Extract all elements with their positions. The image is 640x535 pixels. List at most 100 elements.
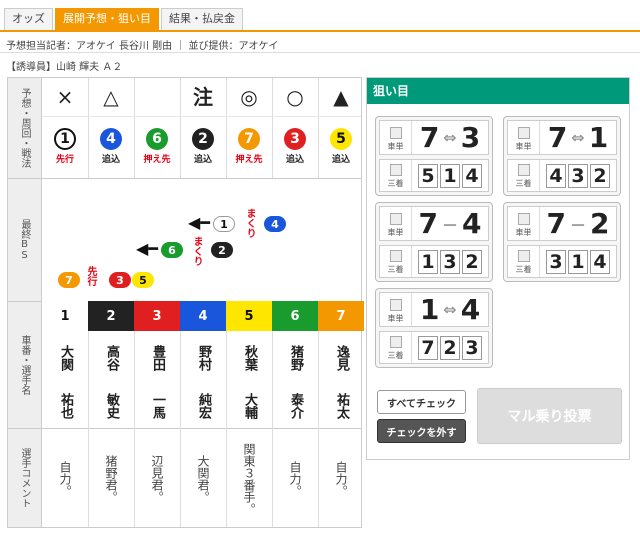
rider-comment: 自力。	[58, 461, 72, 497]
bs-pill: 6	[161, 242, 183, 258]
exacta-checkbox[interactable]: 車単	[508, 121, 540, 154]
ticket-second: 1	[588, 121, 609, 154]
target-panel: 狙い目 車単 7 ⇔ 3 三着 5 1 4 車単 7 ⇔ 1 三着 4 3 2 車単 7 － 4 三着 1 3 2 車単 7 － 2 三…	[366, 77, 630, 460]
ticket-first: 7	[419, 121, 440, 154]
rider-number-circle: 2	[192, 128, 214, 150]
ticket-card: 車単 1 ⇔ 4 三着 7 2 3	[375, 288, 493, 368]
rider-given-name: 祐也	[58, 393, 73, 419]
mark-triangle-open: △	[103, 85, 119, 109]
tactic-label: 追込	[285, 155, 304, 165]
checkbox-icon[interactable]	[517, 250, 530, 262]
bs-pill: 5	[132, 272, 154, 288]
mark-cell: ◎	[226, 86, 272, 108]
rider-number-circle: 5	[330, 128, 352, 150]
ticket-operator-icon: ⇔	[443, 300, 457, 319]
third-place-digit: 3	[546, 249, 566, 274]
bs-pill: 4	[264, 216, 286, 232]
tab-odds[interactable]: オッズ	[4, 8, 53, 30]
check-all-button[interactable]: すべてチェック	[377, 390, 466, 414]
uncheck-button[interactable]: チェックを外す	[377, 419, 466, 443]
trifecta-label: 三着	[387, 179, 404, 188]
rider-surname: 高谷	[104, 345, 119, 371]
lineup-cell: 4 追込	[88, 128, 134, 165]
rider-comment: 自力。	[288, 461, 302, 497]
checkbox-icon[interactable]	[389, 299, 402, 311]
tactic-label: 先行	[55, 155, 74, 165]
mark-cell: ×	[42, 86, 88, 108]
rider-given-name: 敏史	[104, 393, 119, 419]
bs-pill: 3	[109, 272, 131, 288]
trifecta-label: 三着	[387, 351, 404, 360]
checkbox-icon[interactable]	[389, 213, 402, 225]
ticket-operator-icon: －	[569, 215, 586, 235]
mark-cell: ▲	[318, 86, 364, 108]
tactic-label: 追込	[331, 155, 350, 165]
bs-pill: 2	[211, 242, 233, 258]
rider-number-circle: 6	[146, 128, 168, 150]
tab-results[interactable]: 結果・払戻金	[161, 8, 243, 30]
checkbox-icon[interactable]	[517, 127, 530, 139]
rider-comment: 関東３番手。	[242, 443, 256, 515]
ticket-second: 3	[460, 121, 481, 154]
checkbox-icon[interactable]	[389, 127, 402, 139]
trifecta-checkbox[interactable]: 三着	[380, 160, 412, 191]
exacta-checkbox[interactable]: 車単	[380, 293, 412, 326]
header-prediction: 予想・周回・戦法	[8, 78, 42, 178]
exacta-checkbox[interactable]: 車単	[380, 121, 412, 154]
tactic-label: 押え先	[143, 155, 171, 165]
ticket-first: 7	[547, 121, 568, 154]
bs-pill: 7	[58, 272, 80, 288]
rider-number-circle: 1	[54, 128, 76, 150]
lineup-cell: 7 押え先	[226, 128, 272, 165]
exacta-label: 車単	[515, 142, 532, 151]
ticket-operator-icon: ⇔	[571, 128, 585, 147]
checkbox-icon[interactable]	[517, 164, 530, 176]
ticket-second: 2	[590, 207, 610, 240]
mark-cell: 注	[180, 86, 226, 108]
arrow-left-icon: ◀━	[188, 213, 210, 232]
rider-comment: 辺見君。	[150, 455, 164, 503]
rider-surname: 野村	[196, 345, 211, 371]
trifecta-checkbox[interactable]: 三着	[380, 246, 412, 277]
bs-note: 先行	[85, 266, 96, 286]
ticket-second: 4	[462, 207, 482, 240]
tab-prediction[interactable]: 展開予想・狙い目	[55, 8, 159, 30]
vote-button[interactable]: マル乗り投票	[477, 388, 622, 444]
third-place-digit: 4	[546, 163, 566, 188]
rider-number: 2	[88, 301, 134, 331]
bs-note: まくり	[191, 236, 202, 266]
exacta-checkbox[interactable]: 車単	[508, 207, 540, 240]
third-place-digit: 2	[462, 249, 482, 274]
rider-number-circle: 7	[238, 128, 260, 150]
checkbox-icon[interactable]	[389, 250, 402, 262]
ticket-first: 7	[418, 207, 438, 240]
trifecta-checkbox[interactable]: 三着	[508, 160, 540, 191]
mark-cell: ○	[272, 86, 318, 108]
reporter-info: 予想担当記者：アオケイ 長谷川 剛由 ｜ 並び提供：アオケイ	[6, 41, 279, 52]
header-rider-name: 車番・選手名	[8, 301, 42, 428]
ticket-first: 7	[546, 207, 566, 240]
exacta-label: 車単	[515, 228, 532, 237]
race-grid: 予想・周回・戦法 最終BS 車番・選手名 選手コメント × △ 注 ◎ ○ ▲ …	[7, 77, 364, 528]
ticket-first: 1	[419, 293, 440, 326]
checkbox-icon[interactable]	[389, 336, 402, 348]
rider-surname: 逸見	[334, 345, 349, 371]
mark-attention: 注	[193, 85, 213, 109]
rider-given-name: 一馬	[150, 393, 165, 419]
row-divider	[8, 178, 361, 179]
exacta-checkbox[interactable]: 車単	[380, 207, 412, 240]
rider-number: 4	[180, 301, 226, 331]
rider-number: 1	[42, 301, 88, 331]
mark-circle: ○	[286, 85, 304, 109]
third-place-digit: 3	[462, 335, 482, 360]
lineup-cell: 3 追込	[272, 128, 318, 165]
trifecta-checkbox[interactable]: 三着	[508, 246, 540, 277]
third-place-digit: 1	[418, 249, 438, 274]
trifecta-checkbox[interactable]: 三着	[380, 332, 412, 363]
checkbox-icon[interactable]	[389, 164, 402, 176]
ticket-card: 車単 7 ⇔ 1 三着 4 3 2	[503, 116, 621, 196]
lineup-cell: 5 追込	[318, 128, 364, 165]
header-final-bs: 最終BS	[8, 178, 42, 301]
checkbox-icon[interactable]	[517, 213, 530, 225]
tactic-label: 追込	[101, 155, 120, 165]
